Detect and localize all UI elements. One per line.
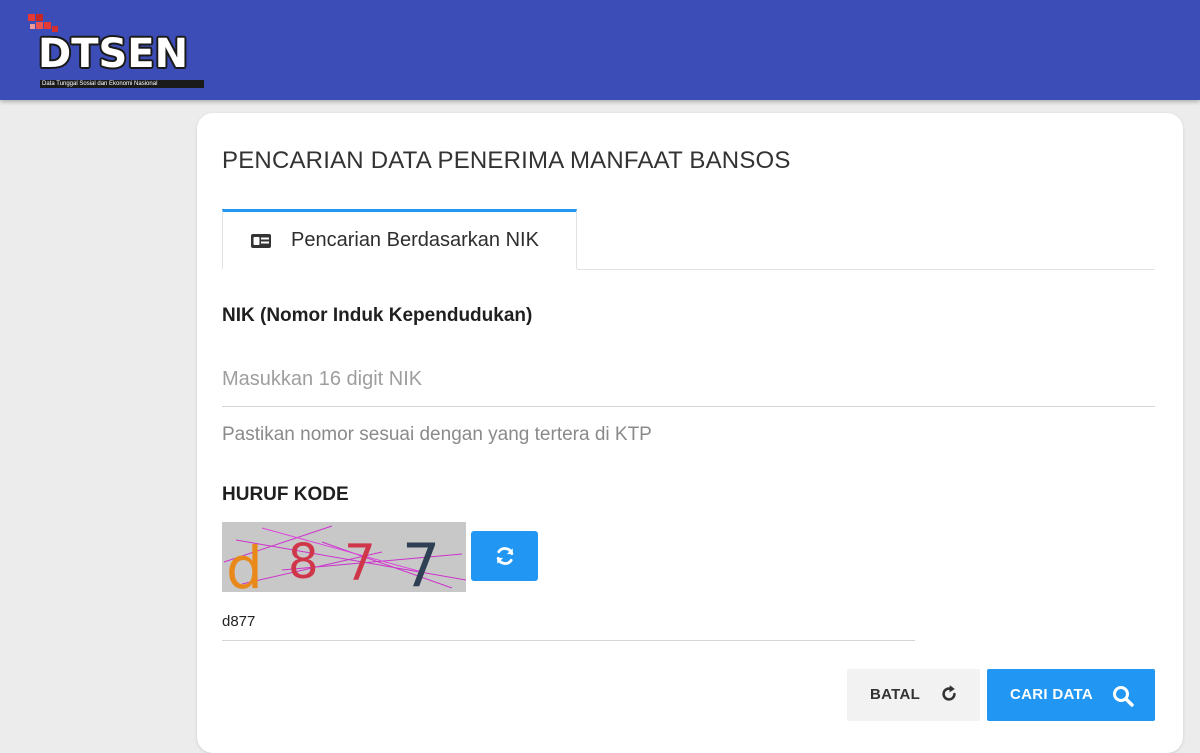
search-button-label: CARI DATA [1010, 686, 1093, 703]
svg-text:8: 8 [288, 534, 319, 590]
tab-label: Pencarian Berdasarkan NIK [291, 229, 539, 251]
dtsen-logo[interactable]: DTSEN Data Tunggal Sosial dan Ekonomi Na… [26, 12, 206, 92]
tab-nik-search[interactable]: Pencarian Berdasarkan NIK [222, 209, 577, 269]
top-header: DTSEN Data Tunggal Sosial dan Ekonomi Na… [0, 0, 1200, 100]
search-icon [1113, 686, 1134, 707]
svg-text:7: 7 [344, 534, 376, 592]
cancel-button[interactable]: BATAL [847, 669, 980, 721]
refresh-captcha-button[interactable] [471, 531, 538, 581]
logo-text: DTSEN [38, 31, 189, 77]
search-button[interactable]: CARI DATA [987, 669, 1155, 721]
nik-helper-text: Pastikan nomor sesuai dengan yang terter… [222, 424, 652, 445]
nik-input[interactable] [222, 353, 1155, 407]
captcha-image: d 8 7 7 [222, 522, 466, 592]
reset-icon [942, 685, 956, 701]
nik-label: NIK (Nomor Induk Kependudukan) [222, 305, 533, 326]
cancel-button-label: BATAL [870, 686, 921, 703]
search-card: PENCARIAN DATA PENERIMA MANFAAT BANSOS P… [197, 113, 1183, 753]
page-title: PENCARIAN DATA PENERIMA MANFAAT BANSOS [222, 147, 791, 174]
id-card-icon [251, 234, 271, 248]
svg-text:d: d [226, 534, 263, 592]
svg-text:7: 7 [402, 531, 440, 592]
logo-subtitle: Data Tunggal Sosial dan Ekonomi Nasional [40, 80, 204, 88]
refresh-icon [496, 547, 513, 565]
tab-divider [577, 269, 1155, 270]
captcha-label: HURUF KODE [222, 484, 349, 505]
captcha-input[interactable] [222, 603, 915, 641]
